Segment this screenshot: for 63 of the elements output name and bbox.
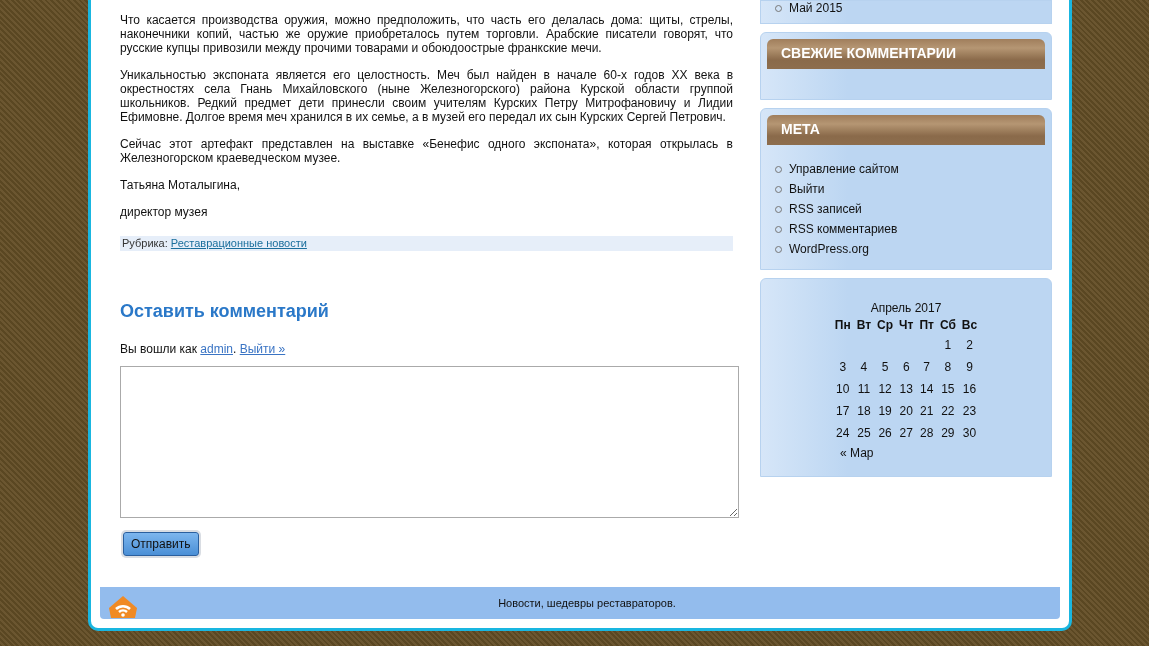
weekday-header: Ср	[876, 317, 895, 334]
comment-field[interactable]	[120, 366, 739, 518]
article-paragraph: Татьяна Моталыгина,	[120, 178, 241, 192]
calendar-day: 20	[899, 404, 913, 418]
calendar-day: 8	[944, 360, 952, 374]
calendar-day: 18	[857, 404, 871, 418]
calendar-day: 10	[836, 382, 850, 396]
meta-link[interactable]: Выйти	[789, 182, 825, 196]
logged-in-text: Вы вошли как	[120, 342, 197, 356]
calendar-day: 15	[941, 382, 955, 396]
calendar-day: 16	[962, 382, 977, 396]
calendar-day: 21	[919, 404, 934, 418]
category-link[interactable]: Реставрационные новости	[170, 237, 307, 249]
calendar-day: 27	[899, 426, 913, 440]
meta-link[interactable]: Управление сайтом	[789, 162, 899, 176]
previous-month-link[interactable]: « Мар	[840, 446, 874, 460]
calendar-day: 19	[878, 404, 892, 418]
calendar-day: 26	[878, 426, 892, 440]
calendar-day: 17	[836, 404, 850, 418]
separator-text: .	[233, 342, 237, 356]
widget-title: МЕТА	[767, 115, 1045, 145]
submit-button[interactable]: Отправить	[123, 532, 199, 556]
calendar-caption: Апрель 2017	[869, 301, 943, 316]
weekday-header: Сб	[938, 317, 957, 334]
article-paragraph: Уникальностью экспоната является его целостность. Меч был найден в начале 60-х годов XX века в окрестностях села Гнань Михайловского (ныне Железногорского) района Курской области группой школьников. Редкий предмет дети принесли своим учителям Курских Петру Митрофановичу и Лидии Ефимовне. Долгое время меч хранился в их семье, а в музей его передал их сын Курских Сергей Петрович.	[120, 68, 733, 124]
calendar-day: 30	[962, 426, 977, 440]
calendar-day: 2	[966, 338, 973, 352]
weekday-header: Пн	[833, 317, 852, 334]
logout-link[interactable]: Выйти »	[239, 342, 286, 356]
archive-link[interactable]: Май 2015	[789, 1, 843, 15]
calendar-day: 5	[881, 360, 889, 374]
calendar-day: 13	[899, 382, 913, 396]
calendar-day: 11	[857, 382, 871, 396]
comment-heading: Оставить комментарий	[120, 301, 329, 322]
calendar-day: 1	[944, 338, 952, 352]
meta-link[interactable]: WordPress.org	[789, 242, 869, 256]
meta-link[interactable]: RSS записей	[789, 202, 862, 216]
calendar-day: 23	[962, 404, 977, 418]
category-label: Рубрика:	[122, 237, 168, 249]
calendar-day: 12	[878, 382, 892, 396]
calendar-day: 29	[941, 426, 955, 440]
weekday-header: Вс	[960, 317, 979, 334]
calendar-day: 6	[902, 360, 910, 374]
footer-text: Новости, шедевры реставраторов.	[498, 597, 676, 609]
calendar-day: 7	[923, 360, 930, 374]
weekday-header: Чт	[898, 317, 915, 334]
weekday-header: Вт	[855, 317, 873, 334]
user-link[interactable]: admin	[200, 342, 233, 356]
article-paragraph: Что касается производства оружия, можно предположить, что часть его делалась дома: щиты, стрелы, наконечники копий, частью же оружие приобреталось путем торговли. Арабские писатели говорят, что русские купцы привозили между прочими товарами и обоюдоострые франкские мечи.	[120, 13, 733, 55]
calendar-day: 28	[919, 426, 934, 440]
calendar-day: 24	[836, 426, 850, 440]
calendar-day: 3	[839, 360, 847, 374]
rss-icon[interactable]	[108, 595, 138, 619]
calendar-day: 22	[941, 404, 955, 418]
calendar-day: 4	[860, 360, 868, 374]
calendar-day: 14	[919, 382, 934, 396]
widget-title: СВЕЖИЕ КОММЕНТАРИИ	[767, 39, 1045, 69]
meta-link[interactable]: RSS комментариев	[789, 222, 898, 236]
article-paragraph: Сейчас этот артефакт представлен на выставке «Бенефис одного экспоната», которая открылась в Железногорском краеведческом музее.	[120, 137, 733, 165]
weekday-header: Пт	[918, 317, 935, 334]
article-paragraph: директор музея	[120, 205, 209, 219]
calendar-day: 25	[857, 426, 871, 440]
calendar-day: 9	[966, 360, 973, 374]
